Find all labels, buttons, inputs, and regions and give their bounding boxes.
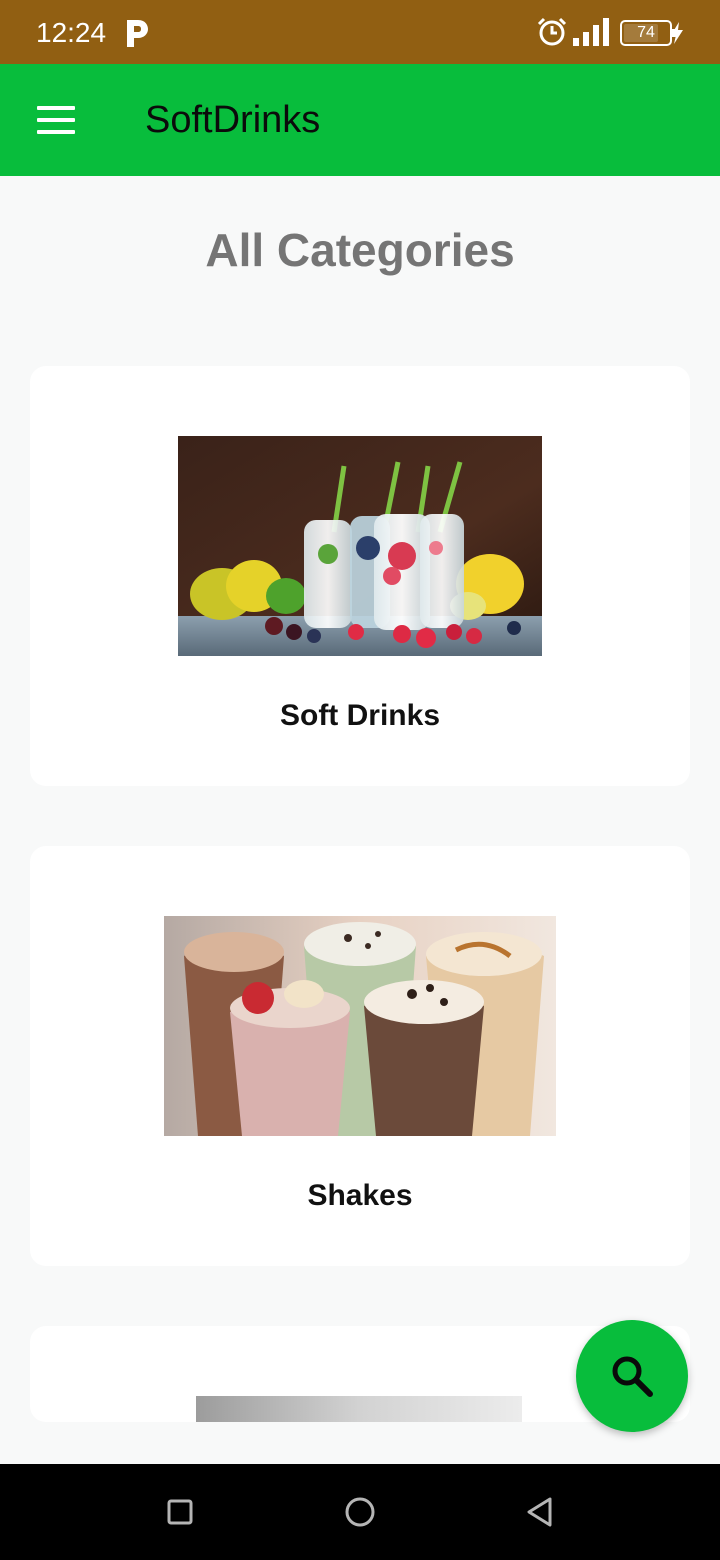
home-circle-icon[interactable] [334,1486,386,1538]
category-label: Soft Drinks [279,699,441,732]
system-navigation-bar [0,1464,720,1560]
shakes-image [164,916,556,1136]
hamburger-menu-icon[interactable] [28,92,84,148]
signal-icon [573,18,609,46]
category-card-shakes[interactable]: Shakes [30,846,690,1266]
recents-square-icon[interactable] [154,1486,206,1538]
app-bar: SoftDrinks [0,64,720,176]
parking-p-icon [127,20,148,47]
battery-percent: 74 [637,24,655,41]
status-time: 12:24 [36,17,107,48]
battery-icon: 74 [620,20,677,46]
back-triangle-icon[interactable] [514,1486,566,1538]
partial-category-image [196,1396,522,1422]
search-icon [612,1356,653,1397]
app-title: SoftDrinks [145,99,321,141]
soft-drinks-image [178,436,542,656]
alarm-icon [537,17,567,46]
page-title: All Categories [205,224,515,276]
search-fab-button[interactable] [576,1320,688,1432]
status-bar: 12:24 74 [0,0,720,64]
charging-bolt-icon [671,22,683,44]
category-card-soft-drinks[interactable]: Soft Drinks [30,366,690,786]
category-label: Shakes [307,1179,413,1212]
